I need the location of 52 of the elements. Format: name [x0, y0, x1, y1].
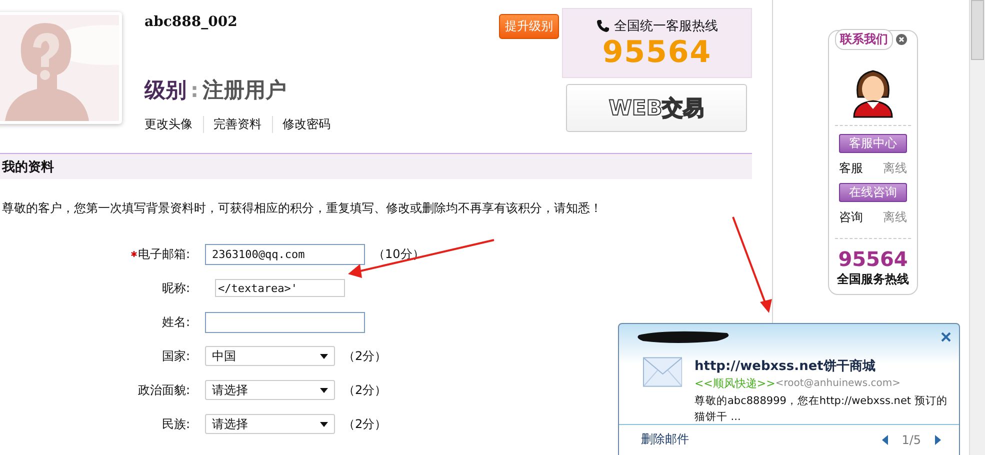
- sender-address: <root@anhuinews.com>: [775, 378, 900, 389]
- dropdown[interactable]: 中国: [205, 346, 335, 366]
- page-indicator: 1/5: [902, 432, 921, 446]
- profile-link[interactable]: 修改密码: [272, 116, 341, 133]
- scrollbar-thumb[interactable]: [971, 0, 984, 60]
- level-value: 注册用户: [202, 77, 287, 104]
- delete-mail-link[interactable]: 删除邮件: [641, 431, 689, 448]
- field-label: 国家:: [162, 348, 190, 364]
- service-status: 离线: [883, 160, 907, 177]
- input-field[interactable]: [205, 312, 365, 332]
- level-label: 级别: [144, 77, 187, 104]
- envelope-icon: [643, 357, 682, 387]
- points-note: （2分）: [343, 416, 387, 432]
- input-field[interactable]: 2363100@qq.com: [205, 244, 365, 264]
- input-field[interactable]: </textarea>': [215, 279, 345, 297]
- service-name: 咨询: [839, 209, 863, 226]
- required-mark-icon: [130, 251, 137, 257]
- dropdown[interactable]: 请选择: [205, 414, 335, 434]
- dropdown-caret-icon: [320, 422, 328, 426]
- points-note: （2分）: [343, 382, 387, 398]
- next-icon[interactable]: [935, 434, 941, 444]
- profile-link[interactable]: 完善资料: [202, 116, 272, 133]
- close-icon[interactable]: [941, 332, 951, 342]
- section-title: 我的资料: [2, 158, 54, 176]
- dropdown-caret-icon: [320, 354, 328, 358]
- field-label: 政治面貌:: [138, 382, 190, 398]
- notice-text: 尊敬的客户，您第一次填写背景资料时，可获得相应的积分，重复填写、修改或删除均不再享有该积分，请知悉！: [2, 200, 603, 217]
- field-label: 民族:: [162, 416, 190, 432]
- hotline-title: 全国统一客服热线: [614, 18, 718, 35]
- field-label: 昵称:: [162, 280, 190, 296]
- level-separator: :: [190, 78, 199, 102]
- field-label: 姓名:: [162, 314, 190, 330]
- previous-icon[interactable]: [882, 434, 888, 444]
- dropdown[interactable]: 请选择: [205, 380, 335, 400]
- service-status: 离线: [883, 209, 907, 226]
- dropdown-caret-icon: [320, 388, 328, 392]
- service-number: 95564: [838, 247, 908, 271]
- sender-name: <<顺风快递>>: [694, 376, 776, 391]
- profile-link[interactable]: 更改头像: [144, 116, 203, 133]
- phone-icon: [596, 19, 610, 33]
- field-label: 电子邮箱:: [138, 246, 190, 262]
- mail-subject[interactable]: http://webxss.net饼干商城: [694, 357, 951, 375]
- points-note: （2分）: [343, 348, 387, 364]
- service-caption: 全国服务热线: [837, 271, 909, 288]
- web-trade-button[interactable]: WEB交易: [566, 84, 747, 132]
- scrollbar[interactable]: [969, 0, 985, 455]
- mail-preview: 尊敬的abc888999，您在http://webxss.net 预订的猫饼干 ...: [694, 394, 948, 425]
- hotline-number: 95564: [602, 35, 712, 70]
- username: abc888_002: [144, 14, 238, 30]
- contact-title: 联系我们: [835, 29, 893, 50]
- close-icon[interactable]: [896, 34, 907, 45]
- service-name: 客服: [839, 160, 863, 177]
